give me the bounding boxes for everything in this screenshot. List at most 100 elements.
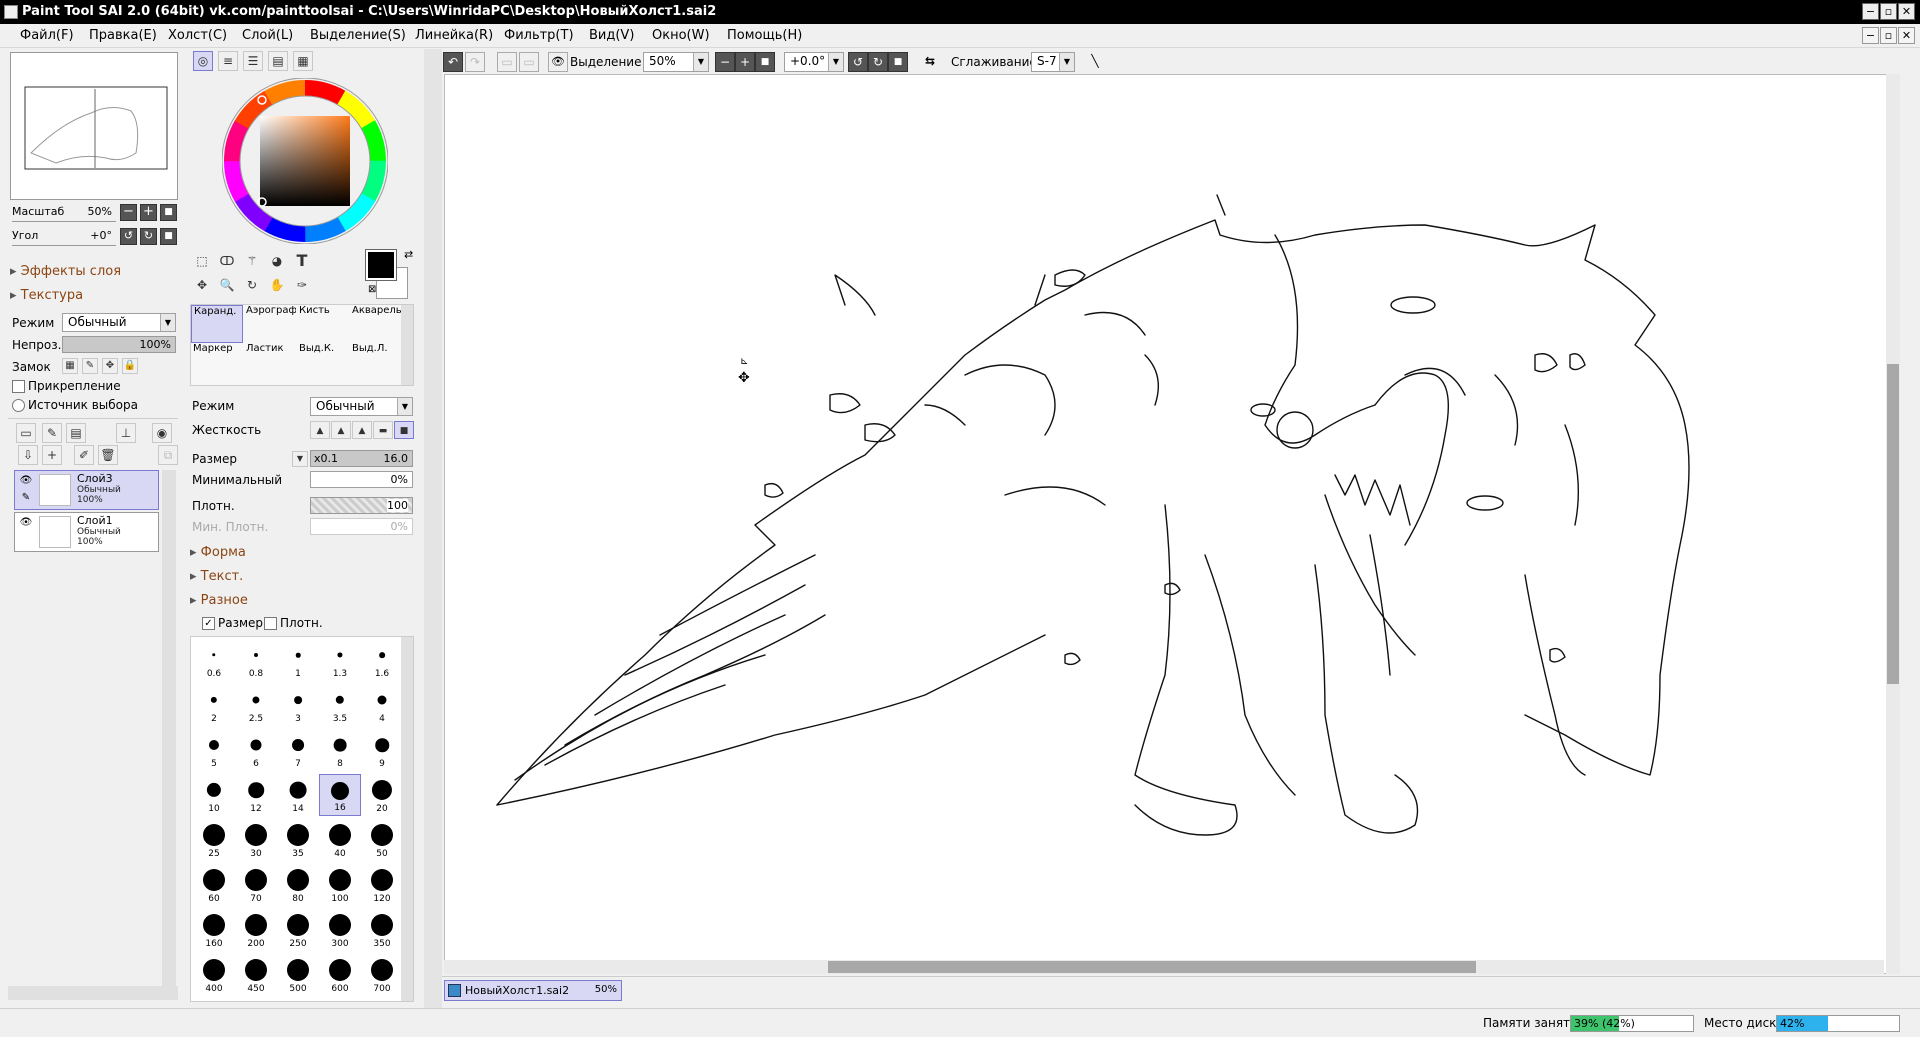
brush-size-cell[interactable]: 250: [277, 909, 319, 951]
brush-size-cell[interactable]: 0.8: [235, 639, 277, 681]
canvas-vscrollbar[interactable]: [1886, 74, 1900, 974]
menu-ruler[interactable]: Линейка(R): [415, 28, 493, 43]
brush-size-cell[interactable]: 70: [235, 864, 277, 906]
scratchpad-tab-icon[interactable]: ▦: [293, 51, 313, 71]
menu-file[interactable]: Файл(F): [20, 28, 74, 43]
layer-add-icon[interactable]: +: [42, 445, 62, 465]
brush-size-cell[interactable]: 8: [319, 729, 361, 771]
shape-icon[interactable]: ◕: [267, 252, 287, 272]
brush-select-eraser[interactable]: Выд.Л.: [350, 343, 402, 381]
brush-airbrush[interactable]: Аэрограф: [244, 305, 296, 343]
toolbar-zoom-reset-icon[interactable]: ■: [755, 52, 775, 72]
swatches-tab-icon[interactable]: ▤: [268, 51, 288, 71]
size-mult-dropdown-icon[interactable]: ▼: [292, 451, 308, 467]
clip-checkbox[interactable]: [12, 380, 25, 393]
zoom-in-button[interactable]: +: [140, 204, 157, 221]
brush-size-cell[interactable]: 35: [277, 819, 319, 861]
toolbar-zoom-in-icon[interactable]: +: [735, 52, 755, 72]
eye-icon[interactable]: 👁: [18, 475, 34, 487]
zoom-value[interactable]: 50%: [60, 204, 116, 221]
brush-size-cell[interactable]: 160: [193, 909, 235, 951]
brush-size-cell[interactable]: 10: [193, 774, 235, 816]
transparent-color-icon[interactable]: ⊠: [368, 284, 376, 295]
rect-select-icon[interactable]: ⬚: [192, 252, 212, 272]
brush-size-cell[interactable]: 4: [361, 684, 403, 726]
toolbar-zoom-select[interactable]: 50% ▼: [643, 52, 709, 72]
hardness-1-icon[interactable]: ▲: [310, 421, 330, 439]
new-folder-icon[interactable]: ▤: [66, 423, 86, 443]
rgb-sliders-tab-icon[interactable]: ≡: [218, 51, 238, 71]
brush-size-cell[interactable]: 2.5: [235, 684, 277, 726]
hardness-selector[interactable]: ▲ ▲ ▲ ▬ ■: [310, 421, 414, 439]
panel-splitter[interactable]: [424, 49, 442, 1009]
document-tab[interactable]: НовыйХолст1.sai2 50%: [444, 980, 622, 1001]
primary-color-swatch[interactable]: [365, 249, 397, 281]
mdi-minimize-button[interactable]: −: [1862, 27, 1879, 44]
lock-all-icon[interactable]: 🔒: [122, 358, 138, 374]
restore-button[interactable]: ▫: [1880, 3, 1897, 20]
brush-size-cell[interactable]: 20: [361, 774, 403, 816]
brush-size-cell[interactable]: 100: [319, 864, 361, 906]
zoom-slider[interactable]: [12, 221, 116, 224]
brush-size-cell[interactable]: 6: [235, 729, 277, 771]
brush-watercolor[interactable]: Акварель: [350, 305, 402, 343]
brush-palette-scrollbar[interactable]: [401, 305, 413, 385]
hand-icon[interactable]: ✋: [267, 276, 287, 296]
brush-size-cell[interactable]: 300: [319, 909, 361, 951]
brush-size-cell[interactable]: 700: [361, 954, 403, 996]
layer-list-scrollbar[interactable]: [162, 470, 176, 986]
toolbar-rotate-left-icon[interactable]: ↺: [848, 52, 868, 72]
flip-horizontal-icon[interactable]: ⇆: [920, 52, 940, 72]
menu-layer[interactable]: Слой(L): [242, 28, 293, 43]
layer-texture-section[interactable]: Текстура: [10, 288, 83, 303]
straight-line-icon[interactable]: ╲: [1085, 52, 1105, 72]
lock-move-icon[interactable]: ✥: [102, 358, 118, 374]
shape-section[interactable]: Форма: [190, 545, 246, 560]
density-pressure-checkbox[interactable]: [264, 617, 277, 630]
menu-canvas[interactable]: Холст(C): [168, 28, 227, 43]
density-slider[interactable]: 100: [310, 497, 413, 514]
move-icon[interactable]: ✥: [192, 276, 212, 296]
brush-select-pen[interactable]: Выд.К.: [297, 343, 349, 381]
layer-transform-icon[interactable]: ⊥: [116, 423, 136, 443]
eye-icon[interactable]: 👁: [18, 517, 34, 529]
angle-value[interactable]: +0°: [60, 228, 116, 245]
zoom-tool-icon[interactable]: 🔍: [217, 276, 237, 296]
hardness-4-icon[interactable]: ▬: [373, 421, 393, 439]
brush-size-cell[interactable]: 400: [193, 954, 235, 996]
text-tool-icon[interactable]: T: [292, 252, 312, 272]
brush-size-cell[interactable]: 5: [193, 729, 235, 771]
misc-section[interactable]: Разное: [190, 593, 248, 608]
brush-size-cell[interactable]: 600: [319, 954, 361, 996]
color-wheel[interactable]: [221, 77, 389, 245]
canvas-hscrollbar[interactable]: [444, 960, 1884, 974]
brush-size-cell[interactable]: 200: [235, 909, 277, 951]
new-layer-icon[interactable]: ▭: [16, 423, 36, 443]
size-slider[interactable]: x0.1 16.0: [310, 450, 413, 467]
deselect-icon[interactable]: ▭: [497, 52, 517, 72]
toolbar-zoom-out-icon[interactable]: −: [715, 52, 735, 72]
layer-opacity-slider[interactable]: 100%: [62, 336, 176, 353]
hardness-5-icon[interactable]: ■: [394, 421, 414, 439]
brush-size-cell[interactable]: 14: [277, 774, 319, 816]
layer-item[interactable]: 👁 ✎ Слой3 Обычный 100%: [14, 470, 159, 510]
min-density-slider[interactable]: 0%: [310, 518, 413, 535]
layer-mode-select[interactable]: Обычный ▼: [62, 313, 176, 332]
toolbar-rotate-right-icon[interactable]: ↻: [868, 52, 888, 72]
canvas[interactable]: [444, 74, 1899, 974]
hardness-2-icon[interactable]: ▲: [331, 421, 351, 439]
brush-size-cell[interactable]: 80: [277, 864, 319, 906]
brush-eraser[interactable]: Ластик: [244, 343, 296, 381]
brush-size-cell[interactable]: 120: [361, 864, 403, 906]
brush-size-cell[interactable]: 350: [361, 909, 403, 951]
layer-merge-icon[interactable]: ⧉: [158, 445, 178, 465]
close-button[interactable]: ✕: [1898, 3, 1915, 20]
trash-icon[interactable]: 🗑: [98, 445, 118, 465]
layer-copy-icon[interactable]: ⇩: [18, 445, 38, 465]
toolbar-rotate-reset-icon[interactable]: ■: [888, 52, 908, 72]
brush-size-cell[interactable]: 50: [361, 819, 403, 861]
eyedropper-icon[interactable]: ✑: [292, 276, 312, 296]
brush-mode-select[interactable]: Обычный ▼: [310, 397, 413, 416]
zoom-reset-button[interactable]: ■: [160, 204, 177, 221]
size-pressure-checkbox[interactable]: ✓: [202, 617, 215, 630]
